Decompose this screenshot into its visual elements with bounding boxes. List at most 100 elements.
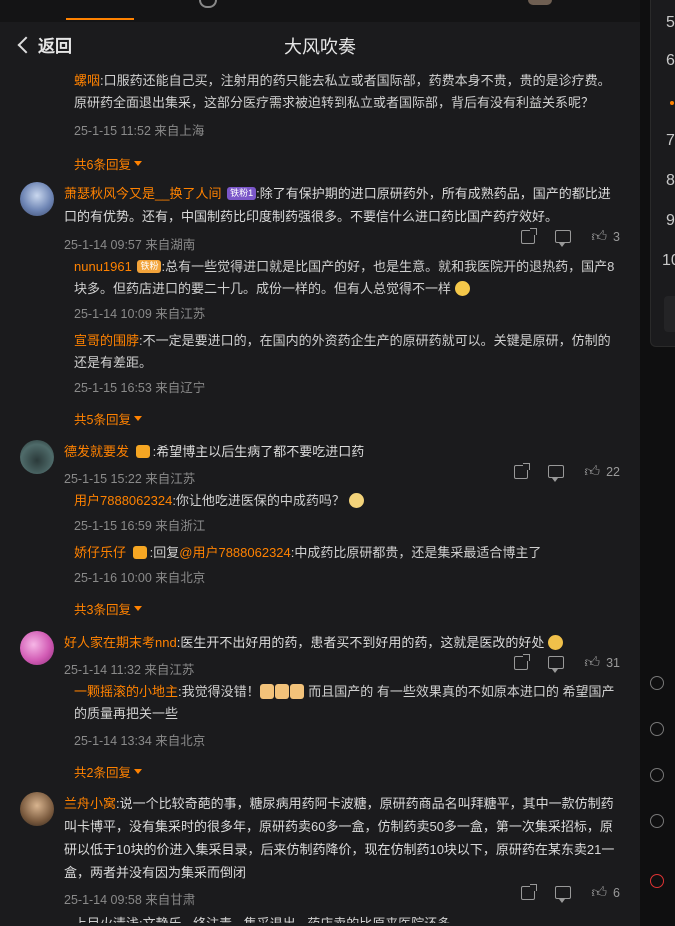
heart-icon[interactable] [650,722,664,736]
reply-username[interactable]: 娇仔乐仔 [74,545,126,560]
thumbs-up-icon: 👍︎ [584,463,601,480]
comment-username[interactable]: 萧瑟秋风今又是__换了人间 [64,186,221,201]
share-button[interactable] [514,462,531,479]
reply-meta: 25-1-16 10:00 来自北京 [74,571,206,585]
more-replies-link[interactable]: 共5条回复 [74,409,620,428]
fan-badge: 铁粉 [137,260,162,273]
reply-meta: 25-1-14 10:09 来自江苏 [74,307,206,321]
reply-text: :不一定是要进口的，在国内的外资药企生产的原研药就可以。关键是原研，仿制的还是有… [74,333,611,370]
comment-body: 兰舟小窝:说一个比较奇葩的事，糖尿病用药阿卡波糖，原研药商品名叫拜糖平，其中一款… [64,792,620,908]
rank-number[interactable]: 8 [666,172,675,190]
reply-text-a: :我觉得没错！ [178,684,260,699]
rank-number[interactable]: 10 [662,252,675,270]
like-count: 6 [613,885,620,900]
like-count: 31 [606,655,620,670]
share-icon [521,227,538,244]
avatar[interactable] [20,631,54,665]
emoji-icon [348,493,364,508]
comment-text: 好人家在期末考nnd:医生开不出好用的药，患者买不到好用的药，这就是医改的好处 [64,631,620,654]
like-count: 22 [606,464,620,479]
like-button[interactable]: 👍︎ 31 [584,655,620,670]
comment-panel: 返回 大风吹奏 螺咽:口服药还能自己买，注射用的药只能去私立或者国际部，药费本身… [0,0,640,926]
more-replies-label: 共3条回复 [74,603,131,617]
page-header: 返回 大风吹奏 [0,22,640,66]
more-replies-link[interactable]: 共6条回复 [74,154,620,173]
reply-prefix: :回复 [149,545,180,560]
more-replies-link[interactable]: 共3条回复 [74,599,620,618]
comment-content: :医生开不出好用的药，患者买不到好用的药，这就是医改的好处 [176,635,545,650]
avatar[interactable] [20,440,54,474]
share-button[interactable] [521,227,538,244]
card-footer-box [664,296,675,332]
comment-icon [555,886,572,903]
comment-body: 好人家在期末考nnd:医生开不出好用的药，患者买不到好用的药，这就是医改的好处 … [64,631,620,678]
thumbs-up-emoji-icon [274,684,289,699]
help-icon[interactable] [650,676,664,690]
fan-badge: 铁粉1 [227,187,257,200]
comment-content: :希望博主以后生病了都不要吃进口药 [152,444,365,459]
like-button[interactable]: 👍︎ 3 [591,229,620,244]
comment-body: 德发就要发 :希望博主以后生病了都不要吃进口药 25-1-15 15:22 来自… [64,440,620,487]
comment-item: 兰舟小窝:说一个比较奇葩的事，糖尿病用药阿卡波糖，原研药商品名叫拜糖平，其中一款… [20,792,620,926]
emoji-icon [547,635,563,650]
weibo-logo-icon [650,874,664,888]
avatar[interactable] [528,0,552,5]
comment-button[interactable] [548,656,565,673]
comment-body: 萧瑟秋风今又是__换了人间 铁粉1:除了有保护期的进口原研药外，所有成熟药品，国… [64,182,620,253]
lock-icon[interactable] [650,814,664,828]
reply-item: 一颗摇滚的小地主:我觉得没错！ 而且国产的 有一些效果真的不如原本进口的 希望国… [74,681,620,725]
comment-button[interactable] [555,886,572,903]
reply-username[interactable]: nunu1961 [74,259,132,274]
comment-content: :说一个比较奇葩的事，糖尿病用药阿卡波糖，原研药商品名叫拜糖平，其中一款仿制药叫… [64,796,615,880]
share-button[interactable] [514,653,531,670]
top-tab-strip [0,0,640,22]
info-icon[interactable] [650,768,664,782]
avatar[interactable] [20,792,54,826]
like-button[interactable]: 👍︎ 22 [584,464,620,479]
comment-item: 萧瑟秋风今又是__换了人间 铁粉1:除了有保护期的进口原研药外，所有成熟药品，国… [20,182,620,428]
caret-down-icon [133,416,142,421]
reply-text: :口服药还能自己买，注射用的药只能去私立或者国际部，药费本身不贵，贵的是诊疗费。… [74,73,611,110]
share-button[interactable] [521,883,538,900]
reply-username[interactable]: 一颗摇滚的小地主 [74,684,178,699]
rank-number[interactable]: 7 [666,132,675,150]
page-title: 大风吹奏 [284,37,356,57]
rank-number[interactable]: 6 [666,52,675,70]
caret-down-icon [133,606,142,611]
comment-button[interactable] [548,465,565,482]
comment-button[interactable] [555,230,572,247]
comment-actions: 👍︎ 22 [514,462,620,482]
more-replies-label: 共2条回复 [74,766,131,780]
share-icon [514,462,531,479]
reply-username[interactable]: 螺咽 [74,73,100,88]
comment-username[interactable]: 好人家在期末考nnd [64,635,177,650]
thumbs-up-icon: 👍︎ [591,884,608,901]
reply-item: 娇仔乐仔 :回复@用户7888062324:中成药比原研都贵，还是集采最适合博主… [74,542,620,564]
comment-icon [548,656,565,673]
reply-username[interactable]: 宣哥的围脖 [74,333,139,348]
emoji-icon [454,281,470,296]
thumbs-up-icon: 👍︎ [591,228,608,245]
avatar[interactable] [20,182,54,216]
thumbs-up-emoji-icon [259,684,274,699]
reply-item: 用户7888062324:你让他吃进医保的中成药吗？ [74,490,620,512]
comment-username[interactable]: 德发就要发 [64,444,129,459]
mention-link[interactable]: @用户7888062324 [179,545,291,560]
comment-username[interactable]: 兰舟小窝 [64,796,116,811]
rank-number[interactable]: 5 [666,14,675,32]
like-button[interactable]: 👍︎ 6 [591,885,620,900]
comment-icon [548,465,565,482]
comment-item: 好人家在期末考nnd:医生开不出好用的药，患者买不到好用的药，这就是医改的好处 … [20,631,620,781]
reply-meta: 25-1-14 13:34 来自北京 [74,734,206,748]
comment-actions: 👍︎ 31 [514,653,620,673]
reply-username[interactable]: 用户7888062324 [74,493,172,508]
reply-list: nunu1961 铁粉:总有一些觉得进口就是比国产的好，也是生意。就和我医院开的… [74,256,620,428]
tab-icon[interactable] [199,0,217,8]
rank-number[interactable]: 9 [666,212,675,230]
reply-list: 螺咽:口服药还能自己买，注射用的药只能去私立或者国际部，药费本身不贵，贵的是诊疗… [74,70,620,173]
more-replies-link[interactable]: 共2条回复 [74,762,620,781]
more-replies-label: 共6条回复 [74,158,131,172]
comment-icon [555,230,572,247]
crown-icon [135,445,150,458]
reply-item: 螺咽:口服药还能自己买，注射用的药只能去私立或者国际部，药费本身不贵，贵的是诊疗… [74,70,620,114]
